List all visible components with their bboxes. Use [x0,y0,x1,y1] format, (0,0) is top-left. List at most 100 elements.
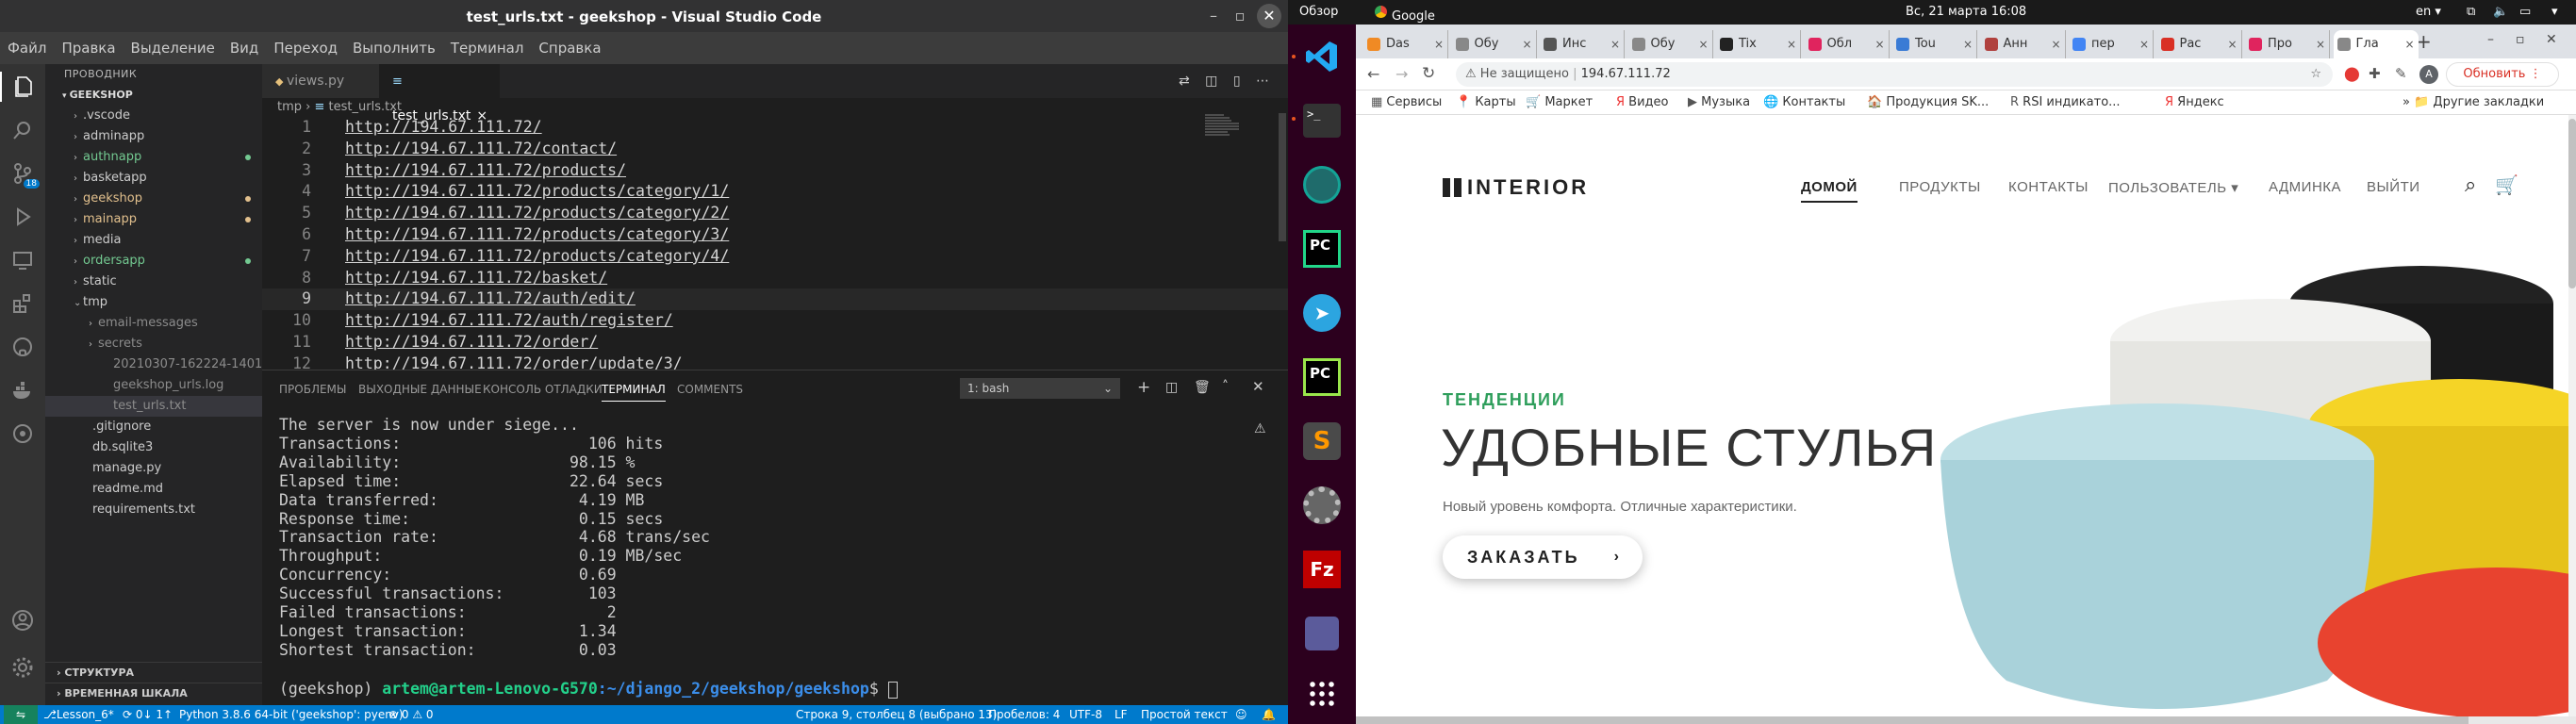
tree-item[interactable]: › media [45,230,262,251]
tab-close-icon[interactable]: × [2227,30,2237,58]
minimap[interactable] [1205,113,1247,141]
keyboard-layout[interactable]: en ▾ [2416,5,2441,19]
nav-contacts[interactable]: КОНТАКТЫ [2008,179,2089,195]
settings-gear-icon[interactable] [8,652,38,683]
tree-item[interactable]: requirements.txt [45,500,262,520]
code-line[interactable]: 1 http://194.67.111.72/ [262,117,1288,139]
code-line[interactable]: 8 http://194.67.111.72/basket/ [262,268,1288,289]
cursor-position[interactable]: Строка 9, столбец 8 (выбрано 13) [796,705,997,724]
minimize-button[interactable]: – [2487,32,2494,47]
tab-close-icon[interactable]: × [1698,30,1708,58]
menu-file[interactable]: Файл [8,40,46,57]
site-logo[interactable]: INTERIOR [1443,175,1589,200]
browser-tab[interactable]: Обу × [1628,30,1713,58]
browser-tab[interactable]: Обу × [1452,30,1537,58]
gitlens-icon[interactable] [8,419,38,449]
code-line[interactable]: 10 http://194.67.111.72/auth/register/ [262,310,1288,332]
browser-tab[interactable]: Tix × [1716,30,1801,58]
bookmark-item[interactable]: ▦ Сервисы [1371,95,1442,109]
menu-terminal[interactable]: Терминал [451,40,524,57]
maximize-panel-icon[interactable]: ˄ [1222,379,1229,394]
reload-icon[interactable]: ↻ [1422,64,1435,83]
maximize-button[interactable]: ▫ [1228,4,1252,28]
terminal-output[interactable]: The server is now under siege... Transact… [279,416,710,660]
tree-item[interactable]: .gitignore [45,417,262,437]
extensions-icon[interactable] [8,288,38,319]
tree-item[interactable]: › basketapp [45,168,262,189]
bookmark-item[interactable]: 🌐 Контакты [1763,95,1845,109]
maximize-button[interactable]: ▫ [2516,32,2525,47]
sublime-dock-icon[interactable]: S [1299,419,1345,464]
code-line[interactable]: 7 http://194.67.111.72/products/category/… [262,246,1288,268]
minimize-button[interactable]: – [1201,4,1226,28]
tree-item[interactable]: › secrets [45,334,262,354]
tree-item[interactable]: › mainapp [45,209,262,230]
filezilla-dock-icon[interactable]: Fz [1299,547,1345,592]
vscode-dock-icon[interactable] [1299,34,1345,79]
update-button[interactable]: Обновить ⋮ [2446,62,2559,87]
search-icon[interactable]: ⌕ [2465,173,2476,197]
browser-tab[interactable]: Инс × [1540,30,1625,58]
clock[interactable]: Вс, 21 марта 16:08 [1906,5,2026,19]
close-button[interactable]: ✕ [2546,32,2557,47]
tab-debug-console[interactable]: КОНСОЛЬ ОТЛАДКИ [483,383,603,396]
volume-icon[interactable]: 🔈 [2493,5,2508,19]
nav-logout[interactable]: ВЫЙТИ [2367,179,2420,195]
system-menu-icon[interactable]: ▾ [2551,5,2558,19]
new-tab-button[interactable]: + [2416,30,2432,53]
order-button[interactable]: ЗАКАЗАТЬ › [1443,535,1643,579]
nav-home[interactable]: ДОМОЙ [1801,179,1858,203]
tab-close-icon[interactable]: × [1522,30,1531,58]
tree-item[interactable]: geekshop_urls.log [45,375,262,396]
account-icon[interactable] [8,605,38,635]
browser-tab[interactable]: Гла × [2333,30,2419,58]
bookmark-item[interactable]: R RSI индикато... [2010,95,2121,109]
tree-item[interactable]: › ordersapp [45,251,262,272]
github-icon[interactable] [8,332,38,362]
gitkraken-dock-icon[interactable] [1299,162,1345,207]
tab-close-icon[interactable]: × [2139,30,2149,58]
forward-icon[interactable]: → [1395,65,1408,83]
other-bookmarks[interactable]: » 📁 Другие закладки [2403,95,2544,109]
tab-close-icon[interactable]: × [1874,30,1884,58]
nav-products[interactable]: ПРОДУКТЫ [1899,179,1981,195]
tab-views-py[interactable]: ◆ views.py [262,64,379,98]
browser-tab[interactable]: Das × [1363,30,1448,58]
tree-item[interactable]: db.sqlite3 [45,437,262,458]
encoding[interactable]: UTF-8 [1069,705,1102,724]
menu-run[interactable]: Выполнить [353,40,436,57]
menu-edit[interactable]: Правка [61,40,115,57]
nav-admin[interactable]: АДМИНКА [2269,179,2341,195]
horizontal-scroll-thumb[interactable] [1356,716,2469,724]
timeline-section[interactable]: › ВРЕМЕННАЯ ШКАЛА [45,683,262,703]
remote-indicator[interactable]: ⇋ [4,705,38,724]
close-panel-icon[interactable]: ✕ [1252,378,1264,395]
docker-icon[interactable] [8,375,38,405]
git-branch[interactable]: ⎇ Lesson_6* [43,705,114,724]
tab-close-icon[interactable]: × [1787,30,1796,58]
source-control-icon[interactable]: 18 [8,158,40,189]
bookmark-item[interactable]: Я Яндекс [2165,95,2224,109]
notifications-icon[interactable]: 🔔 [1262,705,1276,724]
tree-item[interactable]: › email-messages [45,313,262,334]
menu-go[interactable]: Переход [273,40,338,57]
feedback-icon[interactable]: ☺ [1235,705,1247,724]
trash-icon[interactable]: 🗑 [1194,380,1211,395]
telegram-dock-icon[interactable]: ➤ [1299,290,1345,336]
edit-icon[interactable]: ✎ [2395,65,2407,82]
pycharm-pro-dock-icon[interactable]: PC [1299,226,1345,272]
back-icon[interactable]: ← [1367,65,1379,83]
bookmark-item[interactable]: 🛒 Маркет [1526,95,1593,109]
browser-tab[interactable]: Tou × [1892,30,1977,58]
tree-item[interactable]: › authnapp [45,147,262,168]
cart-icon[interactable]: 🛒 [2495,173,2518,196]
git-sync[interactable]: ⟳ 0↓ 1↑ [123,705,173,724]
tree-item[interactable]: › adminapp [45,126,262,147]
python-interpreter[interactable]: Python 3.8.6 64-bit ('geekshop': pyenv) [179,705,404,724]
code-line[interactable]: 11 http://194.67.111.72/order/ [262,332,1288,354]
pycharm-ce-dock-icon[interactable]: PC [1299,354,1345,400]
tab-close-icon[interactable]: × [2051,30,2060,58]
bookmark-item[interactable]: ▶ Музыка [1688,95,1750,109]
breadcrumb-file[interactable]: test_urls.txt [329,100,402,114]
nav-user[interactable]: ПОЛЬЗОВАТЕЛЬ ▾ [2108,179,2238,196]
